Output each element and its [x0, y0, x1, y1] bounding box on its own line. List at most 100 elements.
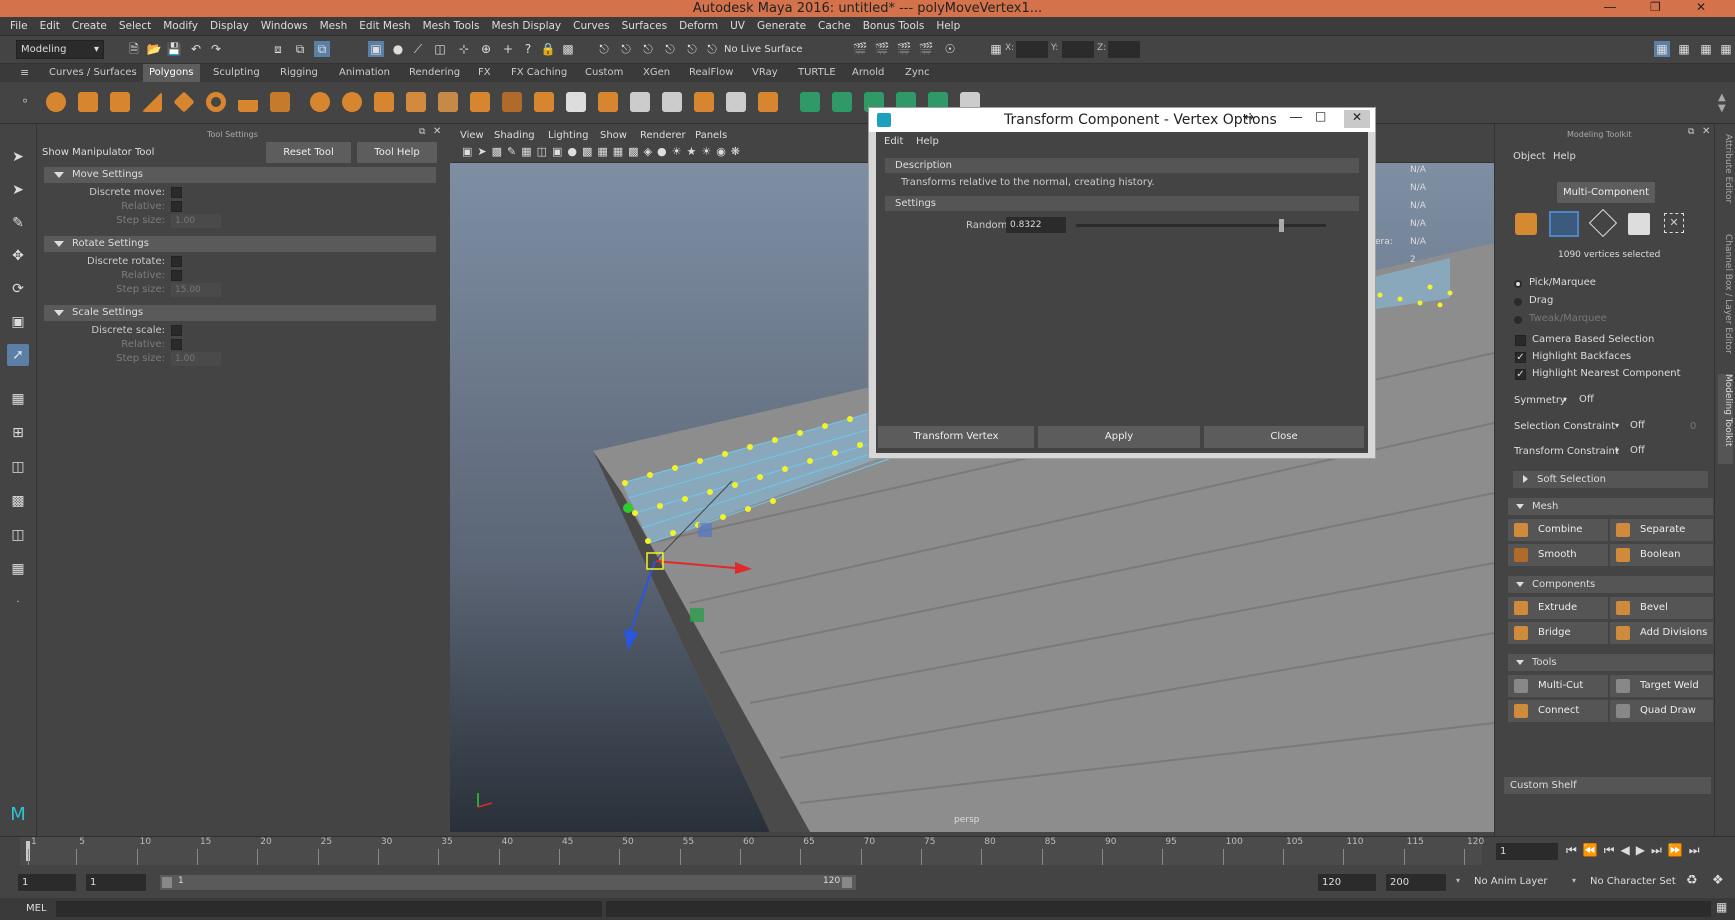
description-header[interactable]: Description — [885, 158, 1359, 173]
poly-pipe-icon[interactable] — [270, 92, 290, 112]
poly-sphere-icon[interactable] — [46, 92, 66, 112]
end-time-field[interactable]: 200 — [1386, 874, 1446, 891]
uv-mode-icon[interactable]: ✕ — [1664, 213, 1684, 233]
toolkit-menu-object[interactable]: Object — [1513, 151, 1546, 162]
live-surface-icon[interactable]: ⎋ — [704, 41, 720, 57]
viewport-menu-panels[interactable]: Panels — [695, 128, 727, 143]
close-button[interactable]: Close — [1204, 426, 1364, 448]
menu-windows[interactable]: Windows — [255, 17, 314, 36]
shelf-tab-realflow[interactable]: RealFlow — [683, 64, 739, 82]
transform-vertex-button[interactable]: Transform Vertex — [878, 426, 1034, 448]
reduce-shelf-icon[interactable] — [438, 92, 458, 112]
dialog-menu-help[interactable]: Help — [916, 136, 939, 147]
move-settings-header[interactable]: Move Settings — [44, 167, 436, 183]
shelf-scroll-icon[interactable]: ▲ ▼ — [1718, 92, 1726, 114]
dialog-minimize-button[interactable]: ― — [1290, 110, 1302, 124]
viewport-menu-view[interactable]: View — [460, 128, 484, 143]
toggle-modeling-toolkit-icon[interactable]: ▦ — [1654, 41, 1670, 57]
menu-modify[interactable]: Modify — [157, 17, 204, 36]
shelf-tab-animation[interactable]: Animation — [333, 64, 396, 82]
ipr-render-icon[interactable]: 🎬 — [896, 41, 912, 57]
current-frame-field[interactable]: 1 — [1496, 843, 1558, 860]
target-weld-shelf-icon[interactable] — [726, 92, 746, 112]
menu-bonus-tools[interactable]: Bonus Tools — [857, 17, 931, 36]
range-bar[interactable]: 1 120 — [160, 875, 856, 890]
dialog-titlebar[interactable]: Transform Component - Vertex Options ↔ ―… — [869, 108, 1375, 132]
window-maximize-button[interactable]: ❐ — [1650, 0, 1661, 15]
auto-key-icon[interactable]: ♻ — [1686, 873, 1698, 888]
panel-float-icon[interactable]: ⧉ — [419, 127, 425, 137]
discrete-rotate-checkbox[interactable] — [171, 256, 182, 267]
output-ops-icon[interactable]: ⎋ — [662, 41, 678, 57]
edge-mode-icon[interactable] — [1588, 208, 1618, 238]
mesh-section-header[interactable]: Mesh — [1508, 498, 1713, 515]
random-slider-track[interactable] — [1076, 219, 1326, 232]
drag-radio[interactable] — [1514, 298, 1522, 306]
playback-controls-icons[interactable]: ⏮⏪⏮◀▶⏭⏩⏭ — [1566, 843, 1706, 858]
attribute-editor-tab[interactable]: Attribute Editor — [1718, 134, 1733, 203]
shelf-tab-zync[interactable]: Zync — [899, 64, 936, 82]
open-scene-icon[interactable]: 📂 — [146, 41, 162, 57]
layout-menu-icon[interactable]: · — [7, 592, 29, 614]
shelf-tab-arnold[interactable]: Arnold — [846, 64, 890, 82]
toolkit-menu-help[interactable]: Help — [1553, 151, 1576, 162]
settings-header[interactable]: Settings — [885, 196, 1359, 211]
bridge-shelf-icon[interactable] — [566, 92, 586, 112]
char-set-chevron-icon[interactable]: ▾ — [1572, 876, 1576, 885]
menu-display[interactable]: Display — [204, 17, 255, 36]
window-close-button[interactable]: ✕ — [1696, 0, 1706, 15]
scale-step-field[interactable]: 1.00 — [171, 352, 221, 366]
boolean-button[interactable]: Boolean — [1610, 544, 1713, 566]
select-object-icon[interactable]: ⧉ — [292, 41, 308, 57]
extrude-button[interactable]: Extrude — [1508, 597, 1608, 619]
hypershade-icon[interactable]: ☉ — [942, 41, 958, 57]
highlight-nearest-checkbox[interactable]: ✓ — [1515, 369, 1526, 380]
poly-plane-icon[interactable] — [173, 91, 195, 113]
separate-button[interactable]: Separate — [1610, 519, 1713, 541]
range-end-handle[interactable] — [842, 877, 852, 888]
viewport-menu-renderer[interactable]: Renderer — [640, 128, 686, 143]
snap-curve-icon[interactable]: ⊕ — [478, 41, 494, 57]
viewport-toolbar-icons[interactable]: ▣➤▩✎▦◫▣●▩▦▦▩◈●☀★☀◉❋ — [462, 145, 745, 158]
dialog-maximize-button[interactable]: □ — [1315, 109, 1326, 123]
viewport-menu-shading[interactable]: Shading — [494, 128, 535, 143]
transform-constraint-chevron-icon[interactable]: ▾ — [1615, 446, 1619, 455]
menu-file[interactable]: File — [0, 17, 34, 36]
time-slider-track[interactable]: 1 5 10 15 20 25 30 35 40 45 50 55 60 65 70 75 80 85 90 95 10… — [20, 837, 1484, 865]
anim-prefs-icon[interactable]: ❖ — [1712, 873, 1724, 888]
shelf-tab-fx[interactable]: FX — [472, 64, 497, 82]
lock-icon[interactable]: 🔒 — [540, 41, 556, 57]
tool-help-button[interactable]: Tool Help — [357, 142, 437, 163]
poly-torus-icon[interactable] — [206, 92, 226, 112]
dialog-close-button[interactable]: ✕ — [1344, 110, 1370, 128]
script-editor-icon[interactable]: ▦ — [1716, 900, 1727, 914]
command-input[interactable] — [56, 901, 602, 917]
toolkit-close-icon[interactable]: ✕ — [1702, 126, 1710, 137]
menu-mesh[interactable]: Mesh — [314, 17, 354, 36]
shelf-menu-icon[interactable]: ≡ — [14, 64, 35, 82]
persp-graph-layout-icon[interactable]: ▩ — [7, 490, 29, 512]
boolean-shelf-icon[interactable] — [374, 92, 394, 112]
outliner-layout-icon[interactable]: ▦ — [7, 558, 29, 580]
selection-constraint-chevron-icon[interactable]: ▾ — [1615, 421, 1619, 430]
make-live-icon[interactable]: ▩ — [560, 41, 576, 57]
start-time-field[interactable]: 1 — [18, 874, 76, 891]
shelf-tab-sculpting[interactable]: Sculpting — [207, 64, 266, 82]
menu-curves[interactable]: Curves — [567, 17, 615, 36]
select-hierarchy-icon[interactable]: ⧈ — [270, 41, 286, 57]
smooth-shelf-icon[interactable] — [406, 92, 426, 112]
move-relative-checkbox[interactable] — [171, 201, 182, 212]
shelf-options-icon[interactable]: ⚬ — [20, 94, 30, 108]
modeling-toolkit-tab[interactable]: Modeling Toolkit — [1718, 374, 1733, 464]
highlight-backfaces-checkbox[interactable]: ✓ — [1515, 352, 1526, 363]
menu-deform[interactable]: Deform — [673, 17, 724, 36]
toolkit-float-icon[interactable]: ⧉ — [1688, 127, 1694, 137]
shelf-tab-xgen[interactable]: XGen — [637, 64, 676, 82]
snap-point-icon[interactable]: + — [500, 41, 516, 57]
four-pane-layout-icon[interactable]: ⊞ — [7, 422, 29, 444]
discrete-scale-checkbox[interactable] — [171, 325, 182, 336]
viewport-menu-lighting[interactable]: Lighting — [548, 128, 588, 143]
separate-shelf-icon[interactable] — [342, 92, 362, 112]
add-divisions-button[interactable]: Add Divisions — [1610, 622, 1713, 644]
append-polygon-shelf-icon[interactable] — [694, 92, 714, 112]
